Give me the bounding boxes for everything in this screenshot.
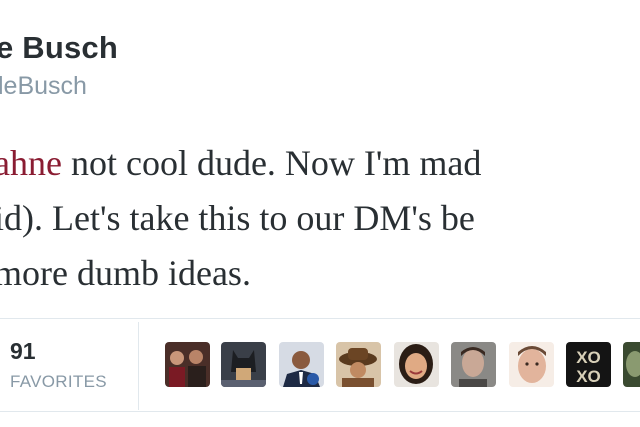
avatar-6[interactable] — [451, 342, 496, 387]
avatar-3[interactable] — [279, 342, 324, 387]
tweet-text: ahne not cool dude. Now I'm mad id). Let… — [0, 136, 640, 301]
svg-text:XO: XO — [576, 367, 601, 386]
favorites-label[interactable]: FAVORITES — [10, 372, 107, 392]
svg-text:XO: XO — [576, 348, 601, 367]
avatar-4[interactable] — [336, 342, 381, 387]
avatar-2[interactable] — [221, 342, 266, 387]
mention-link[interactable]: ahne — [0, 143, 62, 183]
tweet-line-3: more dumb ideas. — [0, 253, 251, 293]
favoriter-avatars: XO XO — [165, 342, 640, 390]
avatar-7[interactable] — [509, 342, 554, 387]
avatar-5[interactable] — [394, 342, 439, 387]
tweet-line-1-text: not cool dude. Now I'm mad — [61, 143, 482, 183]
avatar-8[interactable]: XO XO — [566, 342, 611, 387]
profile-name[interactable]: e Busch — [0, 30, 118, 66]
tweet-line-1: ahne not cool dude. Now I'm mad — [0, 136, 640, 191]
stats-top-divider — [0, 318, 640, 319]
favorites-count[interactable]: 91 — [10, 338, 36, 365]
avatar-9[interactable] — [623, 342, 640, 387]
stats-bottom-divider — [0, 411, 640, 412]
stats-vertical-divider — [138, 322, 139, 410]
tweet-line-2: id). Let's take this to our DM's be — [0, 198, 475, 238]
avatar-1[interactable] — [165, 342, 210, 387]
profile-handle[interactable]: leBusch — [0, 72, 87, 101]
